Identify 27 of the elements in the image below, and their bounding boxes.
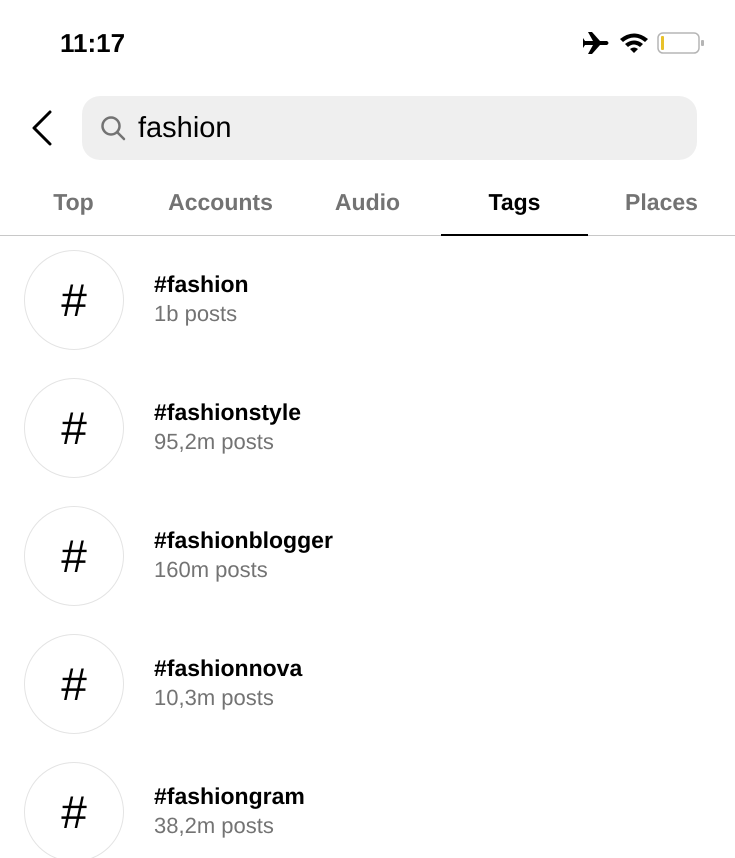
tab[interactable]: Audio	[294, 170, 441, 236]
search-icon	[100, 115, 126, 141]
hashtag-icon: #	[24, 506, 124, 606]
tab[interactable]: Accounts	[147, 170, 294, 236]
hashtag-icon: #	[24, 250, 124, 350]
battery-icon	[657, 32, 705, 54]
hashtag-icon: #	[24, 378, 124, 478]
hashtag-name[interactable]: #fashiongram	[154, 782, 305, 812]
tab[interactable]: Tags	[441, 170, 588, 236]
hashtag-icon: #	[24, 634, 124, 734]
hashtag-name[interactable]: #fashionnova	[154, 654, 302, 684]
clock-time: 11:17	[60, 26, 126, 60]
airplane-icon	[583, 31, 611, 55]
search-field[interactable]: fashion	[82, 96, 697, 160]
hashtag-name[interactable]: #fashionstyle	[154, 398, 301, 428]
back-icon[interactable]	[30, 110, 54, 146]
post-count: 10,3m posts	[154, 684, 274, 712]
hashtag-icon: #	[24, 762, 124, 858]
post-count: 95,2m posts	[154, 428, 274, 456]
tab[interactable]: Places	[588, 170, 735, 236]
post-count: 38,2m posts	[154, 812, 274, 840]
post-count: 1b posts	[154, 300, 238, 328]
wifi-icon	[619, 32, 649, 54]
tab[interactable]: Top	[0, 170, 147, 236]
post-count: 160m posts	[154, 556, 268, 584]
hashtag-name[interactable]: #fashionblogger	[154, 526, 333, 556]
hashtag-name[interactable]: #fashion	[154, 270, 249, 300]
